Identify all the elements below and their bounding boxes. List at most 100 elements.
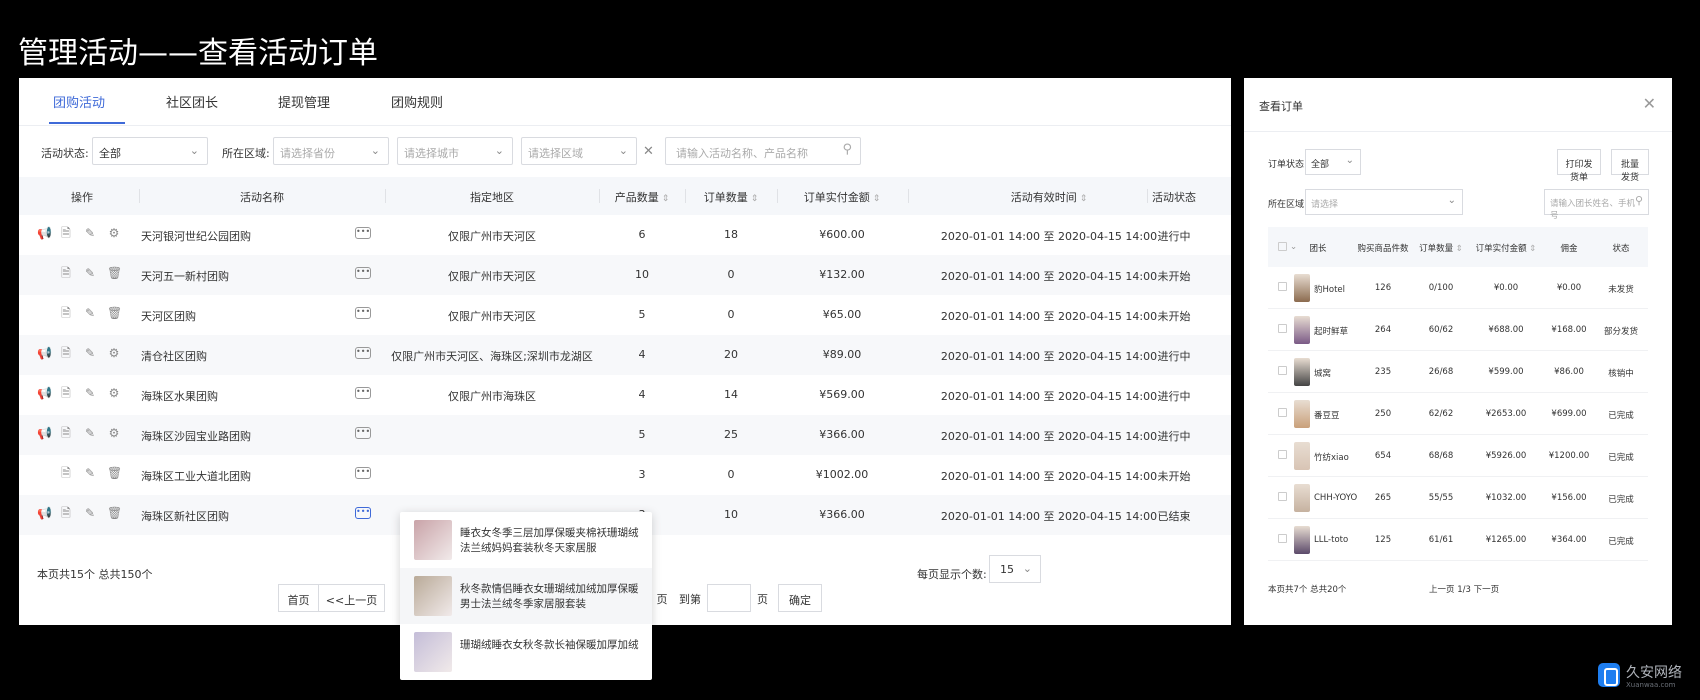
col-amount[interactable]: 订单实付金额 ⇕	[804, 189, 881, 205]
city-select[interactable]: 请选择城市 ⌄	[397, 137, 513, 165]
view-orders-icon[interactable]: 🗎	[59, 306, 73, 320]
settings-doc-icon[interactable]: ⚙	[107, 386, 121, 400]
order-count: 0	[727, 268, 735, 281]
chevron-down-icon[interactable]: ⌄	[1290, 242, 1297, 252]
commission: ¥168.00	[1551, 325, 1587, 335]
district-select[interactable]: 请选择区域 ⌄	[521, 137, 637, 165]
activity-name: 天河银河世纪公园团购	[141, 230, 251, 243]
view-orders-icon[interactable]: 🗎	[59, 426, 73, 440]
more-icon[interactable]: •••	[355, 387, 371, 399]
confirm-button[interactable]: 确定	[778, 584, 822, 612]
activity-name: 海珠区新社区团购	[141, 510, 229, 523]
batch-ship-button[interactable]: 批量发货	[1611, 149, 1649, 183]
view-orders-icon[interactable]: 🗎	[59, 386, 73, 400]
search-icon: ⚲	[1634, 194, 1643, 207]
megaphone-icon[interactable]: 📢	[37, 226, 52, 240]
more-icon[interactable]: •••	[355, 467, 371, 479]
view-orders-icon[interactable]: 🗎	[59, 226, 73, 240]
per-page-select[interactable]: 15 ⌄	[989, 555, 1041, 583]
view-orders-icon[interactable]: 🗎	[59, 266, 73, 280]
order-status: 已完成	[1608, 453, 1634, 463]
table-row: 📢 🗎 ✎ ⚙ 天河银河世纪公园团购 ••• 仅限广州市天河区 6 18 ¥600.00 2020-…	[19, 215, 1231, 255]
close-icon[interactable]: ✕	[1643, 94, 1656, 113]
edit-icon[interactable]: ✎	[83, 466, 97, 480]
table-body: 📢 🗎 ✎ ⚙ 天河银河世纪公园团购 ••• 仅限广州市天河区 6 18 ¥600.00 2020-…	[19, 215, 1231, 535]
table-row: 🗎 ✎ 🗑 海珠区工业大道北团购 ••• 3 0 ¥1002.00 2020-01-01 14:…	[19, 455, 1231, 495]
watermark-logo-icon	[1598, 663, 1620, 687]
megaphone-icon[interactable]: 📢	[37, 426, 52, 440]
more-icon[interactable]: •••	[355, 427, 371, 439]
activity-status: 未开始	[1157, 270, 1191, 283]
trash-icon[interactable]: 🗑	[107, 466, 122, 480]
tab-rules[interactable]: 团购规则	[391, 92, 443, 111]
order-region-label: 所在区域:	[1268, 200, 1308, 210]
row-checkbox[interactable]	[1278, 408, 1287, 417]
select-all-checkbox[interactable]	[1278, 242, 1287, 251]
watermark-text: 久安网络	[1626, 665, 1682, 681]
item-count: 235	[1374, 367, 1392, 377]
chevron-down-icon: ⌄	[494, 144, 504, 157]
order-region-select[interactable]: 请选择 ⌄	[1305, 189, 1463, 215]
more-icon[interactable]: •••	[355, 227, 371, 239]
chevron-down-icon: ⌄	[1345, 155, 1354, 166]
more-icon[interactable]: •••	[355, 507, 371, 519]
tab-community-leader[interactable]: 社区团长	[166, 92, 218, 111]
per-page-label: 每页显示个数:	[917, 568, 987, 581]
avatar	[1294, 484, 1310, 512]
settings-doc-icon[interactable]: ⚙	[107, 226, 121, 240]
order-amount: ¥599.00	[1488, 367, 1524, 377]
product-item[interactable]: 秋冬款情侣睡衣女珊瑚绒加绒加厚保暖男士法兰绒冬季家居服套装	[400, 568, 652, 624]
avatar	[1294, 400, 1310, 428]
col-orders[interactable]: 订单数量 ⇕	[704, 189, 759, 205]
order-pager[interactable]: 上一页 1/3 下一页	[1429, 583, 1499, 595]
more-icon[interactable]: •••	[355, 307, 371, 319]
edit-icon[interactable]: ✎	[83, 306, 97, 320]
row-checkbox[interactable]	[1278, 366, 1287, 375]
settings-doc-icon[interactable]: ⚙	[107, 426, 121, 440]
row-checkbox[interactable]	[1278, 282, 1287, 291]
edit-icon[interactable]: ✎	[83, 506, 97, 520]
edit-icon[interactable]: ✎	[83, 386, 97, 400]
trash-icon[interactable]: 🗑	[107, 306, 122, 320]
view-orders-icon[interactable]: 🗎	[59, 346, 73, 360]
row-checkbox[interactable]	[1278, 324, 1287, 333]
row-checkbox[interactable]	[1278, 450, 1287, 459]
edit-icon[interactable]: ✎	[83, 346, 97, 360]
order-status-select[interactable]: 全部 ⌄	[1305, 149, 1361, 175]
first-page-button[interactable]: 首页	[278, 584, 319, 612]
trash-icon[interactable]: 🗑	[107, 266, 122, 280]
more-icon[interactable]: •••	[355, 347, 371, 359]
item-count: 264	[1374, 325, 1392, 335]
view-orders-icon[interactable]: 🗎	[59, 466, 73, 480]
status-select[interactable]: 全部 ⌄	[92, 137, 208, 165]
avatar	[1294, 316, 1310, 344]
table-row: 📢 🗎 ✎ ⚙ 海珠区水果团购 ••• 仅限广州市海珠区 4 14 ¥569.00 2020-01-…	[19, 375, 1231, 415]
row-checkbox[interactable]	[1278, 492, 1287, 501]
product-item[interactable]: 珊瑚绒睡衣女秋冬款长袖保暖加厚加绒	[400, 624, 652, 680]
edit-icon[interactable]: ✎	[83, 266, 97, 280]
order-amount: ¥89.00	[822, 348, 862, 361]
megaphone-icon[interactable]: 📢	[37, 506, 52, 520]
settings-doc-icon[interactable]: ⚙	[107, 346, 121, 360]
tab-withdrawal[interactable]: 提现管理	[278, 92, 330, 111]
search-input[interactable]: 请输入活动名称、产品名称 ⚲	[665, 137, 861, 165]
trash-icon[interactable]: 🗑	[107, 506, 122, 520]
sort-icon: ⇕	[750, 194, 759, 204]
goto-page-input[interactable]	[707, 584, 751, 612]
col-time[interactable]: 活动有效时间 ⇕	[1011, 189, 1088, 205]
megaphone-icon[interactable]: 📢	[37, 346, 52, 360]
prev-page-button[interactable]: <<上一页	[318, 584, 385, 612]
tab-group-buy[interactable]: 团购活动	[53, 92, 105, 111]
edit-icon[interactable]: ✎	[83, 426, 97, 440]
megaphone-icon[interactable]: 📢	[37, 386, 52, 400]
view-orders-icon[interactable]: 🗎	[59, 506, 73, 520]
print-invoice-button[interactable]: 打印发货单	[1557, 149, 1601, 183]
product-item[interactable]: 睡衣女冬季三层加厚保暖夹棉袄珊瑚绒法兰绒妈妈套装秋冬天家居服	[400, 512, 652, 568]
col-products[interactable]: 产品数量 ⇕	[615, 189, 670, 205]
clear-icon[interactable]: ✕	[643, 144, 654, 159]
leader-search-input[interactable]: 请输入团长姓名、手机号 ⚲	[1544, 189, 1649, 221]
edit-icon[interactable]: ✎	[83, 226, 97, 240]
more-icon[interactable]: •••	[355, 267, 371, 279]
row-checkbox[interactable]	[1278, 534, 1287, 543]
province-select[interactable]: 请选择省份 ⌄	[273, 137, 389, 165]
